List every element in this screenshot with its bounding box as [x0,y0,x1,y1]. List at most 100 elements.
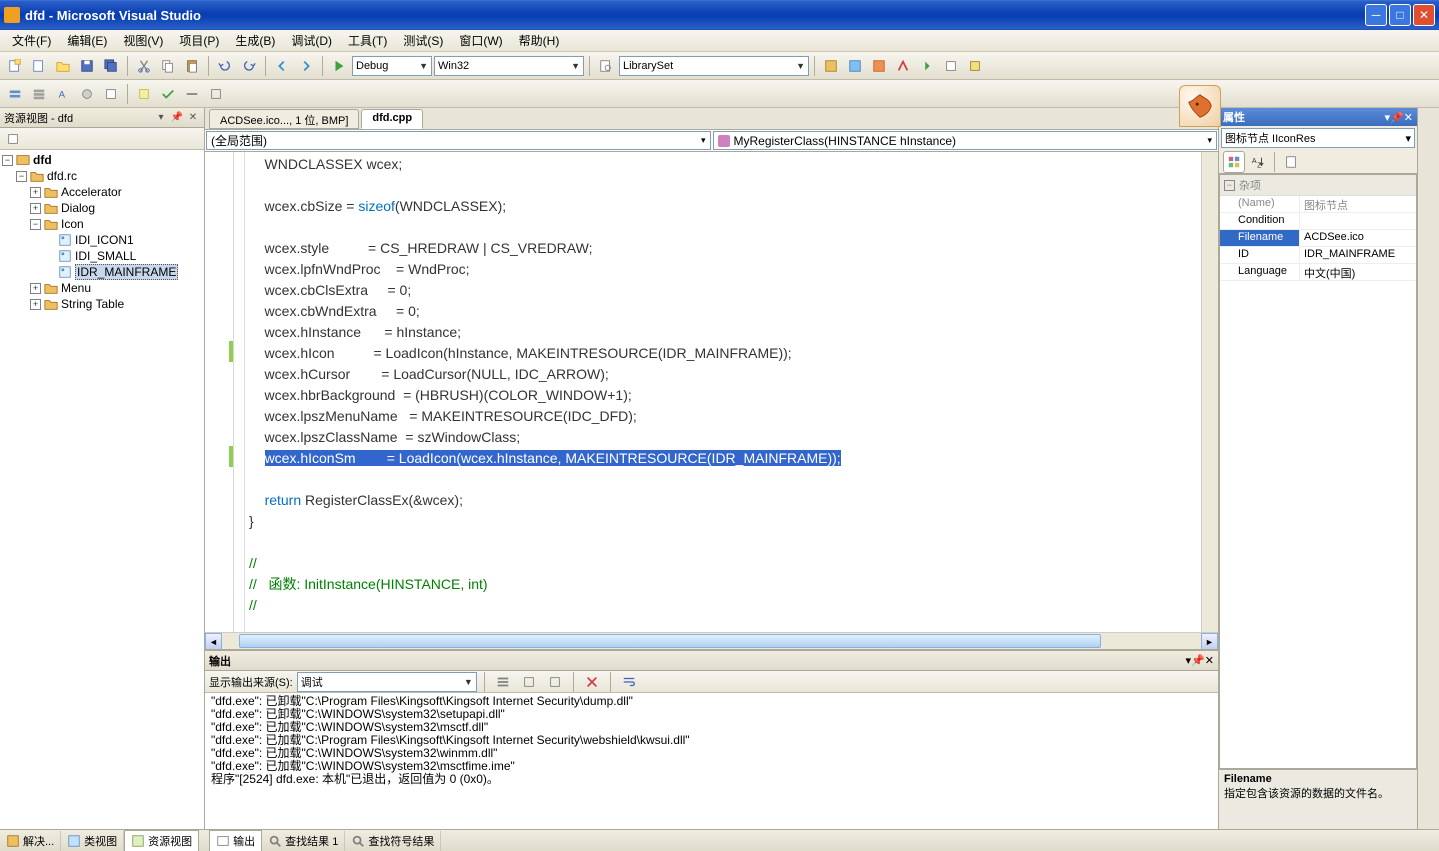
expand-icon[interactable]: − [30,219,41,230]
assistant-logo-icon[interactable] [1179,85,1221,127]
prop-category-misc[interactable]: −杂项 [1220,175,1416,196]
code-editor[interactable]: WNDCLASSEX wcex; wcex.cbSize = sizeof(WN… [205,152,1218,632]
panel-pin-icon[interactable]: 📌 [170,111,184,125]
scope-combo[interactable]: (全局范围)▾ [206,131,711,150]
prop-pages-icon[interactable] [1280,151,1302,173]
find-combo[interactable]: LibrarySet▼ [619,56,809,76]
output-text[interactable]: "dfd.exe": 已卸载"C:\Program Files\Kingsoft… [205,693,1218,829]
panel-pin-icon[interactable]: 📌 [1191,654,1205,667]
scroll-thumb[interactable] [239,634,1101,648]
expand-icon[interactable]: − [16,171,27,182]
properties-object-combo[interactable]: 图标节点 IIconRes▾ [1221,128,1415,148]
expand-icon[interactable]: − [2,155,13,166]
tb2-icon-5[interactable] [100,83,122,105]
config-combo[interactable]: Debug▼ [352,56,432,76]
menu-file[interactable]: 文件(F) [4,30,59,51]
properties-grid[interactable]: −杂项 (Name)图标节点 Condition FilenameACDSee.… [1219,174,1417,769]
platform-combo[interactable]: Win32▼ [434,56,584,76]
menu-test[interactable]: 测试(S) [395,30,451,51]
out-tb-icon-1[interactable] [492,671,514,693]
nav-back-button[interactable] [271,55,293,77]
resource-tree[interactable]: −dfd −dfd.rc +Accelerator +Dialog −Icon … [0,150,204,829]
tb2-icon-2[interactable] [28,83,50,105]
tb2-icon-9[interactable] [205,83,227,105]
tab-resource-view[interactable]: 资源视图 [124,830,199,851]
out-tb-icon-3[interactable] [544,671,566,693]
code-text[interactable]: WNDCLASSEX wcex; wcex.cbSize = sizeof(WN… [245,152,1201,632]
menu-window[interactable]: 窗口(W) [451,30,510,51]
find-in-files-button[interactable] [595,55,617,77]
out-wrap-icon[interactable] [618,671,640,693]
tree-menu[interactable]: Menu [61,281,91,295]
copy-button[interactable] [157,55,179,77]
tb-icon-2[interactable] [844,55,866,77]
menu-project[interactable]: 项目(P) [171,30,227,51]
expand-icon[interactable]: + [30,187,41,198]
panel-close-icon[interactable]: ✕ [1205,654,1214,667]
start-debug-button[interactable] [328,55,350,77]
tb2-icon-3[interactable]: A [52,83,74,105]
tb-icon-1[interactable] [820,55,842,77]
expand-icon[interactable]: + [30,283,41,294]
cut-button[interactable] [133,55,155,77]
tb-icon-7[interactable] [964,55,986,77]
tree-root[interactable]: dfd [33,153,52,167]
menu-build[interactable]: 生成(B) [227,30,283,51]
panel-pin-icon[interactable]: 📌 [1390,111,1404,124]
tree-string-table[interactable]: String Table [61,297,124,311]
panel-dropdown-icon[interactable]: ▾ [154,111,168,125]
close-button[interactable]: ✕ [1413,4,1435,26]
tree-idi-icon1[interactable]: IDI_ICON1 [75,233,134,247]
panel-close-icon[interactable]: ✕ [1404,111,1413,124]
tab-find-symbol[interactable]: 查找符号结果 [345,831,441,851]
add-item-button[interactable] [28,55,50,77]
editor-hscrollbar[interactable]: ◄ ► [205,632,1218,649]
minimize-button[interactable]: ─ [1365,4,1387,26]
menu-tools[interactable]: 工具(T) [340,30,395,51]
editor-vscrollbar[interactable] [1201,152,1218,632]
maximize-button[interactable]: □ [1389,4,1411,26]
tb2-icon-4[interactable] [76,83,98,105]
undo-button[interactable] [214,55,236,77]
editor-tab-cpp[interactable]: dfd.cpp [361,109,423,129]
expand-icon[interactable]: + [30,299,41,310]
prop-categorized-icon[interactable] [1223,151,1245,173]
out-clear-icon[interactable] [581,671,603,693]
tree-idi-small[interactable]: IDI_SMALL [75,249,136,263]
function-combo[interactable]: MyRegisterClass(HINSTANCE hInstance)▾ [713,131,1218,150]
tb2-icon-8[interactable] [181,83,203,105]
new-project-button[interactable] [4,55,26,77]
tb2-icon-7[interactable] [157,83,179,105]
tree-tb-icon[interactable] [2,128,24,150]
tab-find-results-1[interactable]: 查找结果 1 [262,831,345,851]
tb2-icon-6[interactable] [133,83,155,105]
prop-alpha-icon[interactable]: AZ [1247,151,1269,173]
menu-view[interactable]: 视图(V) [115,30,171,51]
prop-row-id[interactable]: IDIDR_MAINFRAME [1220,247,1416,264]
open-button[interactable] [52,55,74,77]
tab-output[interactable]: 输出 [209,830,262,851]
prop-row-condition[interactable]: Condition [1220,213,1416,230]
redo-button[interactable] [238,55,260,77]
scroll-left-icon[interactable]: ◄ [205,633,222,650]
menu-debug[interactable]: 调试(D) [283,30,340,51]
paste-button[interactable] [181,55,203,77]
panel-close-icon[interactable]: ✕ [186,111,200,125]
menu-help[interactable]: 帮助(H) [511,30,568,51]
save-button[interactable] [76,55,98,77]
tb2-icon-1[interactable] [4,83,26,105]
tab-class-view[interactable]: 类视图 [61,831,124,851]
editor-tab-ico[interactable]: ACDSee.ico..., 1 位, BMP] [209,109,359,129]
tree-icon-folder[interactable]: Icon [61,217,84,231]
scroll-right-icon[interactable]: ► [1201,633,1218,650]
out-tb-icon-2[interactable] [518,671,540,693]
tb-icon-3[interactable] [868,55,890,77]
prop-row-name[interactable]: (Name)图标节点 [1220,196,1416,213]
nav-fwd-button[interactable] [295,55,317,77]
tb-icon-4[interactable] [892,55,914,77]
tb-icon-5[interactable] [916,55,938,77]
tab-solution-explorer[interactable]: 解决... [0,831,61,851]
tree-accelerator[interactable]: Accelerator [61,185,122,199]
prop-row-filename[interactable]: FilenameACDSee.ico [1220,230,1416,247]
tree-rc-file[interactable]: dfd.rc [47,169,77,183]
